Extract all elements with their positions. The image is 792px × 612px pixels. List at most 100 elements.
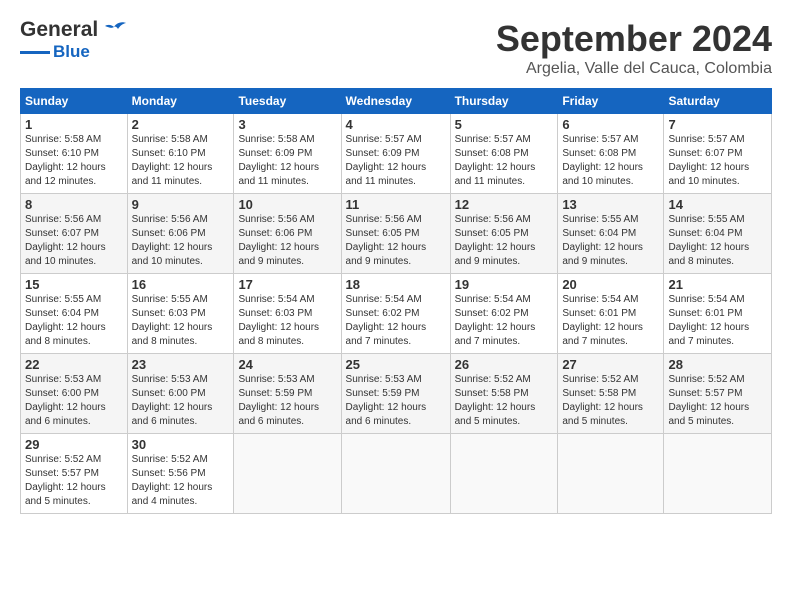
day-number: 13 xyxy=(562,197,659,212)
day-info: Sunrise: 5:55 AM Sunset: 6:03 PM Dayligh… xyxy=(132,293,230,349)
calendar-cell: 3Sunrise: 5:58 AM Sunset: 6:09 PM Daylig… xyxy=(234,114,341,194)
calendar-table: Sunday Monday Tuesday Wednesday Thursday… xyxy=(20,88,772,514)
calendar-cell: 2Sunrise: 5:58 AM Sunset: 6:10 PM Daylig… xyxy=(127,114,234,194)
day-info: Sunrise: 5:57 AM Sunset: 6:08 PM Dayligh… xyxy=(455,133,554,189)
day-number: 28 xyxy=(668,357,767,372)
day-info: Sunrise: 5:54 AM Sunset: 6:02 PM Dayligh… xyxy=(346,293,446,349)
day-number: 14 xyxy=(668,197,767,212)
day-info: Sunrise: 5:56 AM Sunset: 6:07 PM Dayligh… xyxy=(25,213,123,269)
header: General Blue September 2024 Argelia, Val… xyxy=(20,18,772,78)
col-thursday: Thursday xyxy=(450,89,558,114)
calendar-cell: 17Sunrise: 5:54 AM Sunset: 6:03 PM Dayli… xyxy=(234,274,341,354)
page: General Blue September 2024 Argelia, Val… xyxy=(0,0,792,524)
calendar-row: 8Sunrise: 5:56 AM Sunset: 6:07 PM Daylig… xyxy=(21,194,772,274)
day-number: 5 xyxy=(455,117,554,132)
day-info: Sunrise: 5:53 AM Sunset: 6:00 PM Dayligh… xyxy=(132,373,230,429)
day-info: Sunrise: 5:55 AM Sunset: 6:04 PM Dayligh… xyxy=(562,213,659,269)
day-number: 12 xyxy=(455,197,554,212)
day-number: 10 xyxy=(238,197,336,212)
day-number: 18 xyxy=(346,277,446,292)
calendar-cell: 1Sunrise: 5:58 AM Sunset: 6:10 PM Daylig… xyxy=(21,114,128,194)
day-info: Sunrise: 5:56 AM Sunset: 6:05 PM Dayligh… xyxy=(455,213,554,269)
calendar-cell: 19Sunrise: 5:54 AM Sunset: 6:02 PM Dayli… xyxy=(450,274,558,354)
calendar-cell xyxy=(234,434,341,514)
day-info: Sunrise: 5:54 AM Sunset: 6:01 PM Dayligh… xyxy=(562,293,659,349)
day-info: Sunrise: 5:56 AM Sunset: 6:05 PM Dayligh… xyxy=(346,213,446,269)
calendar-cell: 26Sunrise: 5:52 AM Sunset: 5:58 PM Dayli… xyxy=(450,354,558,434)
day-number: 4 xyxy=(346,117,446,132)
day-number: 24 xyxy=(238,357,336,372)
day-info: Sunrise: 5:52 AM Sunset: 5:57 PM Dayligh… xyxy=(25,453,123,509)
day-info: Sunrise: 5:54 AM Sunset: 6:01 PM Dayligh… xyxy=(668,293,767,349)
col-tuesday: Tuesday xyxy=(234,89,341,114)
day-number: 22 xyxy=(25,357,123,372)
location-title: Argelia, Valle del Cauca, Colombia xyxy=(496,60,772,78)
col-sunday: Sunday xyxy=(21,89,128,114)
col-saturday: Saturday xyxy=(664,89,772,114)
calendar-cell: 24Sunrise: 5:53 AM Sunset: 5:59 PM Dayli… xyxy=(234,354,341,434)
calendar-cell: 16Sunrise: 5:55 AM Sunset: 6:03 PM Dayli… xyxy=(127,274,234,354)
month-title: September 2024 xyxy=(496,18,772,60)
day-number: 25 xyxy=(346,357,446,372)
calendar-cell: 6Sunrise: 5:57 AM Sunset: 6:08 PM Daylig… xyxy=(558,114,664,194)
day-number: 29 xyxy=(25,437,123,452)
day-number: 6 xyxy=(562,117,659,132)
day-info: Sunrise: 5:52 AM Sunset: 5:58 PM Dayligh… xyxy=(562,373,659,429)
day-number: 11 xyxy=(346,197,446,212)
calendar-cell: 5Sunrise: 5:57 AM Sunset: 6:08 PM Daylig… xyxy=(450,114,558,194)
day-number: 3 xyxy=(238,117,336,132)
calendar-cell: 14Sunrise: 5:55 AM Sunset: 6:04 PM Dayli… xyxy=(664,194,772,274)
day-info: Sunrise: 5:55 AM Sunset: 6:04 PM Dayligh… xyxy=(25,293,123,349)
calendar-row: 22Sunrise: 5:53 AM Sunset: 6:00 PM Dayli… xyxy=(21,354,772,434)
day-number: 21 xyxy=(668,277,767,292)
calendar-cell: 29Sunrise: 5:52 AM Sunset: 5:57 PM Dayli… xyxy=(21,434,128,514)
day-info: Sunrise: 5:58 AM Sunset: 6:10 PM Dayligh… xyxy=(25,133,123,189)
day-info: Sunrise: 5:53 AM Sunset: 5:59 PM Dayligh… xyxy=(238,373,336,429)
calendar-cell: 15Sunrise: 5:55 AM Sunset: 6:04 PM Dayli… xyxy=(21,274,128,354)
calendar-cell: 23Sunrise: 5:53 AM Sunset: 6:00 PM Dayli… xyxy=(127,354,234,434)
calendar-cell: 7Sunrise: 5:57 AM Sunset: 6:07 PM Daylig… xyxy=(664,114,772,194)
calendar-header-row: Sunday Monday Tuesday Wednesday Thursday… xyxy=(21,89,772,114)
title-area: September 2024 Argelia, Valle del Cauca,… xyxy=(496,18,772,78)
day-number: 8 xyxy=(25,197,123,212)
day-number: 23 xyxy=(132,357,230,372)
day-info: Sunrise: 5:55 AM Sunset: 6:04 PM Dayligh… xyxy=(668,213,767,269)
day-info: Sunrise: 5:53 AM Sunset: 6:00 PM Dayligh… xyxy=(25,373,123,429)
day-info: Sunrise: 5:58 AM Sunset: 6:09 PM Dayligh… xyxy=(238,133,336,189)
calendar-cell: 10Sunrise: 5:56 AM Sunset: 6:06 PM Dayli… xyxy=(234,194,341,274)
logo-general: General xyxy=(20,18,98,42)
col-wednesday: Wednesday xyxy=(341,89,450,114)
day-number: 26 xyxy=(455,357,554,372)
calendar-row: 29Sunrise: 5:52 AM Sunset: 5:57 PM Dayli… xyxy=(21,434,772,514)
calendar-cell: 28Sunrise: 5:52 AM Sunset: 5:57 PM Dayli… xyxy=(664,354,772,434)
day-info: Sunrise: 5:54 AM Sunset: 6:02 PM Dayligh… xyxy=(455,293,554,349)
day-number: 1 xyxy=(25,117,123,132)
calendar-cell xyxy=(341,434,450,514)
day-number: 9 xyxy=(132,197,230,212)
day-number: 7 xyxy=(668,117,767,132)
calendar-cell: 12Sunrise: 5:56 AM Sunset: 6:05 PM Dayli… xyxy=(450,194,558,274)
logo-blue: Blue xyxy=(53,42,90,62)
logo: General Blue xyxy=(20,18,128,62)
col-monday: Monday xyxy=(127,89,234,114)
day-number: 30 xyxy=(132,437,230,452)
day-number: 19 xyxy=(455,277,554,292)
calendar-cell xyxy=(450,434,558,514)
logo-bird-icon xyxy=(100,19,128,41)
day-info: Sunrise: 5:57 AM Sunset: 6:09 PM Dayligh… xyxy=(346,133,446,189)
day-info: Sunrise: 5:56 AM Sunset: 6:06 PM Dayligh… xyxy=(132,213,230,269)
calendar-row: 15Sunrise: 5:55 AM Sunset: 6:04 PM Dayli… xyxy=(21,274,772,354)
calendar-cell: 21Sunrise: 5:54 AM Sunset: 6:01 PM Dayli… xyxy=(664,274,772,354)
calendar-cell: 11Sunrise: 5:56 AM Sunset: 6:05 PM Dayli… xyxy=(341,194,450,274)
day-number: 17 xyxy=(238,277,336,292)
day-info: Sunrise: 5:52 AM Sunset: 5:56 PM Dayligh… xyxy=(132,453,230,509)
day-number: 2 xyxy=(132,117,230,132)
day-info: Sunrise: 5:53 AM Sunset: 5:59 PM Dayligh… xyxy=(346,373,446,429)
calendar-cell: 4Sunrise: 5:57 AM Sunset: 6:09 PM Daylig… xyxy=(341,114,450,194)
calendar-cell: 25Sunrise: 5:53 AM Sunset: 5:59 PM Dayli… xyxy=(341,354,450,434)
calendar-cell: 20Sunrise: 5:54 AM Sunset: 6:01 PM Dayli… xyxy=(558,274,664,354)
day-number: 20 xyxy=(562,277,659,292)
day-number: 15 xyxy=(25,277,123,292)
calendar-cell: 13Sunrise: 5:55 AM Sunset: 6:04 PM Dayli… xyxy=(558,194,664,274)
day-number: 16 xyxy=(132,277,230,292)
